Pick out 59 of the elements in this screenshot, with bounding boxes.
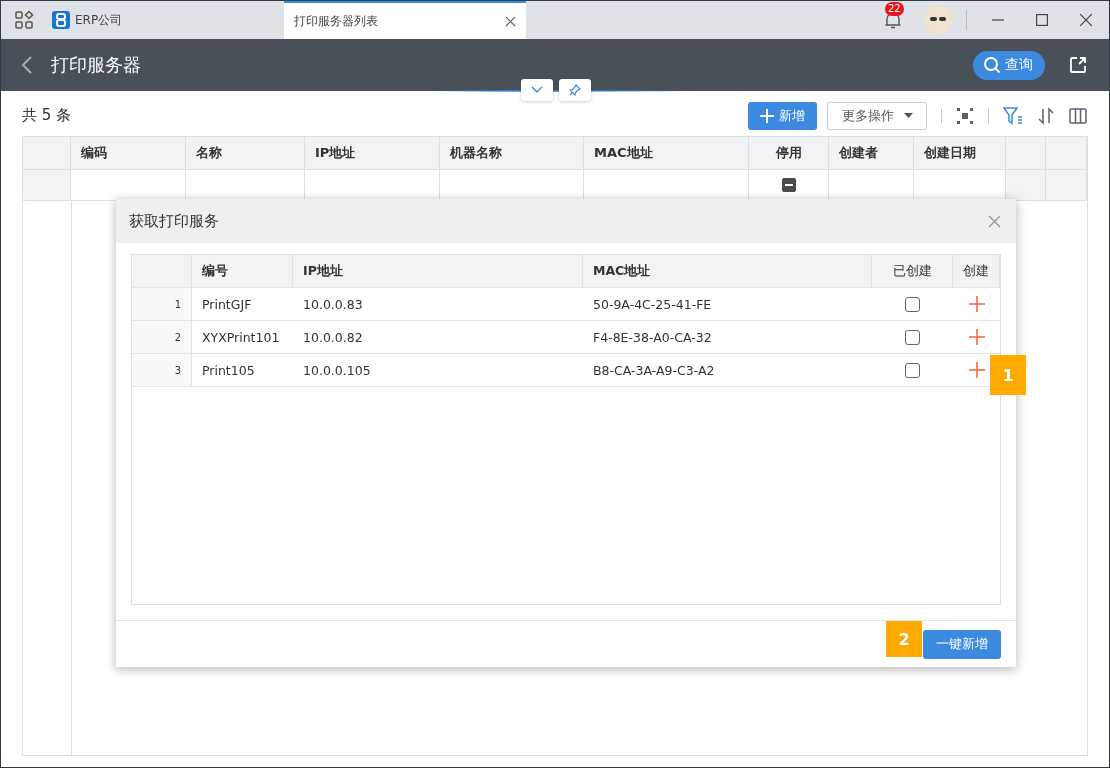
row-number: 3 xyxy=(174,364,181,376)
pin-button[interactable] xyxy=(559,79,591,101)
checkbox[interactable] xyxy=(905,362,920,378)
table-cell: 10.0.0.105 xyxy=(303,362,371,378)
column-header: MAC地址 xyxy=(594,144,653,162)
add-button[interactable]: 新增 xyxy=(748,101,817,130)
column-header: 编码 xyxy=(81,144,107,162)
column-header: 创建者 xyxy=(839,144,878,162)
page-tab[interactable]: 打印服务器列表 xyxy=(284,1,526,39)
caret-icon xyxy=(903,113,913,118)
column-header: 创建日期 xyxy=(924,144,976,162)
callout-marker: 2 xyxy=(886,621,922,657)
close-icon[interactable] xyxy=(505,15,516,27)
chevron-down-icon xyxy=(531,86,543,94)
columns-icon[interactable] xyxy=(1069,107,1087,124)
column-header: 已创建 xyxy=(892,262,932,280)
checkbox[interactable] xyxy=(905,296,920,312)
column-header: IP地址 xyxy=(303,262,343,280)
dialog-title: 获取打印服务 xyxy=(129,211,219,231)
logo-icon xyxy=(52,11,70,29)
apps-icon[interactable] xyxy=(14,10,34,30)
fullscreen-icon[interactable] xyxy=(956,106,974,125)
filter-checkbox[interactable] xyxy=(781,178,796,192)
more-actions-dropdown[interactable]: 更多操作 xyxy=(827,101,927,130)
page-title: 打印服务器 xyxy=(51,53,141,77)
checkbox[interactable] xyxy=(905,329,920,345)
column-header: IP地址 xyxy=(315,144,356,162)
maximize-icon[interactable] xyxy=(1036,14,1048,26)
notification-badge: 22 xyxy=(885,2,904,16)
close-icon[interactable] xyxy=(1080,14,1092,26)
column-header: 名称 xyxy=(196,144,222,162)
column-header: 编号 xyxy=(202,262,228,280)
table-cell: XYXPrint101 xyxy=(202,329,280,345)
avatar[interactable] xyxy=(924,6,952,34)
add-all-button[interactable]: 一键新增 xyxy=(923,629,1001,659)
search-button[interactable]: 查询 xyxy=(973,50,1045,80)
record-count: 共 5 条 xyxy=(22,106,72,125)
column-header: 停用 xyxy=(775,144,802,162)
table-cell: F4-8E-38-A0-CA-32 xyxy=(593,329,712,345)
back-icon[interactable] xyxy=(21,55,33,75)
home-tab[interactable]: ERP公司 xyxy=(52,1,284,39)
column-header: 创建 xyxy=(963,262,989,280)
search-icon xyxy=(983,56,1001,74)
pin-icon xyxy=(569,84,581,96)
filter-icon[interactable] xyxy=(1003,106,1023,125)
table-cell: Print105 xyxy=(202,362,255,378)
table-cell: PrintGJF xyxy=(202,296,252,312)
column-header: 机器名称 xyxy=(450,144,502,162)
sort-icon[interactable] xyxy=(1037,106,1055,125)
table-cell: 50-9A-4C-25-41-FE xyxy=(593,296,712,312)
table-cell: 10.0.0.82 xyxy=(303,329,363,345)
row-number: 1 xyxy=(174,298,181,310)
plus-icon xyxy=(760,108,774,123)
table-cell: 10.0.0.83 xyxy=(303,296,363,312)
table-cell: B8-CA-3A-A9-C3-A2 xyxy=(593,362,715,378)
column-header: MAC地址 xyxy=(593,262,651,280)
share-icon[interactable] xyxy=(1069,56,1087,74)
callout-marker: 1 xyxy=(990,355,1026,395)
row-number: 2 xyxy=(174,331,181,343)
